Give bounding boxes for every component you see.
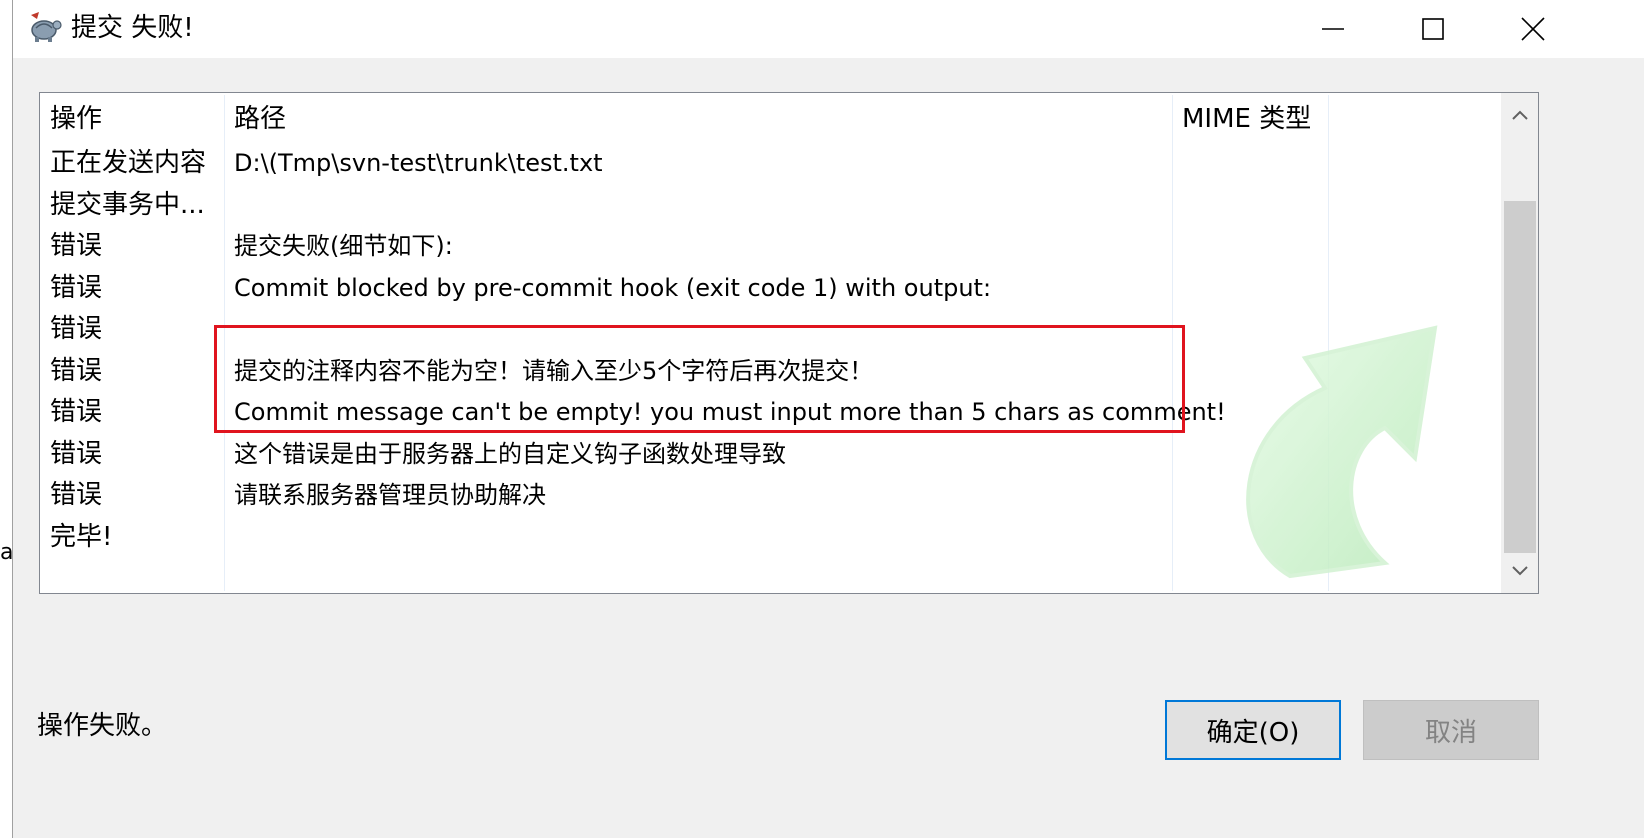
- close-icon: [1521, 17, 1545, 41]
- list-item[interactable]: 错误 提交失败(细节如下):: [40, 226, 1500, 268]
- cancel-button[interactable]: 取消: [1363, 700, 1539, 760]
- row-action: 错误: [50, 355, 103, 386]
- list-item[interactable]: 正在发送内容 D:\(Tmp\svn-test\trunk\test.txt: [40, 143, 1500, 185]
- minimize-button[interactable]: [1283, 0, 1383, 58]
- row-action: 正在发送内容: [50, 148, 207, 178]
- row-path: D:\(Tmp\svn-test\trunk\test.txt: [234, 149, 603, 177]
- row-action: 提交事务中...: [50, 189, 205, 220]
- scroll-down-button[interactable]: [1502, 549, 1538, 593]
- list-item[interactable]: 错误 提交的注释内容不能为空！请输入至少5个字符后再次提交！: [40, 351, 1500, 393]
- list-item[interactable]: 错误 Commit message can't be empty! you mu…: [40, 392, 1500, 434]
- tortoise-svn-icon: [31, 12, 62, 42]
- result-rows: 正在发送内容 D:\(Tmp\svn-test\trunk\test.txt 提…: [40, 143, 1500, 558]
- list-item[interactable]: 提交事务中...: [40, 185, 1500, 227]
- row-path: 这个错误是由于服务器上的自定义钩子函数处理导致: [234, 439, 786, 468]
- row-path: Commit blocked by pre-commit hook (exit …: [234, 273, 992, 302]
- commit-failed-dialog: 提交 失败! 操作 路径 MIME 类型 正在发送内容 D:\(Tmp\svn-…: [12, 0, 1644, 838]
- title-bar: 提交 失败!: [13, 0, 1644, 58]
- minimize-icon: [1322, 28, 1344, 30]
- window-title: 提交 失败!: [71, 13, 194, 43]
- list-item[interactable]: 错误 Commit blocked by pre-commit hook (ex…: [40, 268, 1500, 310]
- column-header-action[interactable]: 操作: [50, 101, 102, 137]
- close-button[interactable]: [1483, 0, 1583, 58]
- scroll-up-button[interactable]: [1502, 93, 1538, 137]
- status-message: 操作失败。: [37, 711, 168, 741]
- list-item[interactable]: 错误: [40, 309, 1500, 351]
- list-item[interactable]: 错误 这个错误是由于服务器上的自定义钩子函数处理导致: [40, 434, 1500, 476]
- row-path: 提交的注释内容不能为空！请输入至少5个字符后再次提交！: [234, 356, 874, 385]
- row-action: 错误: [50, 231, 103, 261]
- maximize-icon: [1422, 18, 1444, 40]
- row-path: Commit message can't be empty! you must …: [234, 398, 1226, 426]
- column-header-path[interactable]: 路径: [234, 101, 286, 137]
- list-item[interactable]: 错误 请联系服务器管理员协助解决: [40, 475, 1500, 517]
- ok-button[interactable]: 确定(O): [1165, 700, 1341, 760]
- scroll-thumb[interactable]: [1504, 201, 1536, 553]
- row-action: 错误: [50, 480, 103, 510]
- row-path: 提交失败(细节如下):: [234, 232, 453, 260]
- row-action: 错误: [50, 438, 103, 469]
- chevron-up-icon: [1512, 110, 1528, 120]
- chevron-down-icon: [1512, 566, 1528, 576]
- vertical-scrollbar[interactable]: [1501, 93, 1538, 593]
- result-list[interactable]: 操作 路径 MIME 类型 正在发送内容 D:\(Tmp\svn-test\tr…: [39, 92, 1539, 594]
- row-action: 错误: [50, 397, 103, 427]
- row-action: 错误: [50, 314, 103, 344]
- row-action: 错误: [50, 272, 103, 303]
- list-item[interactable]: 完毕!: [40, 517, 1500, 559]
- column-header-mime[interactable]: MIME 类型: [1182, 101, 1311, 137]
- row-path: 请联系服务器管理员协助解决: [234, 481, 546, 509]
- maximize-button[interactable]: [1383, 0, 1483, 58]
- row-action: 完毕!: [50, 521, 113, 552]
